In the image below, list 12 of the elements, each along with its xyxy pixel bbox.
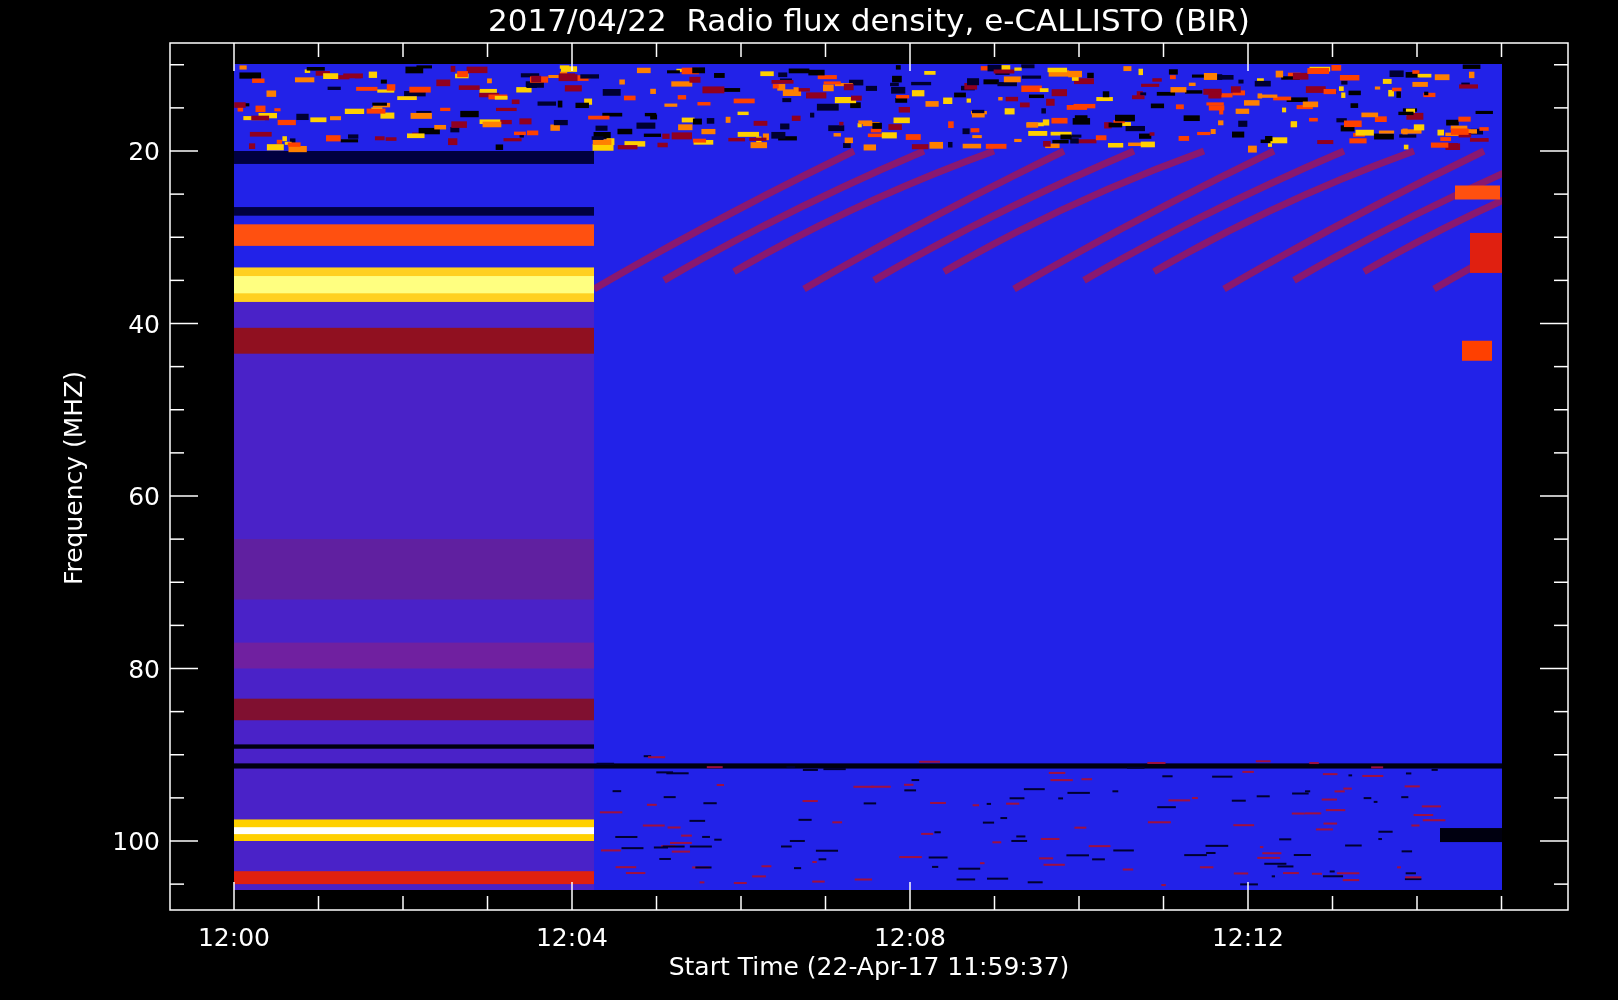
x-tick-label: 12:08	[874, 923, 946, 952]
y-tick-label: 100	[112, 827, 160, 856]
x-tick-label: 12:12	[1212, 923, 1284, 952]
x-tick-label: 12:00	[198, 923, 270, 952]
y-tick-label: 60	[128, 482, 160, 511]
y-tick-label: 20	[128, 137, 160, 166]
x-tick-label: 12:04	[536, 923, 608, 952]
chart-title: 2017/04/22 Radio flux density, e-CALLISTO (BIR)	[488, 2, 1250, 38]
y-tick-label: 80	[128, 654, 160, 684]
x-axis-label: Start Time (22-Apr-17 11:59:37)	[668, 952, 1070, 981]
y-tick-label: 40	[128, 309, 160, 339]
y-axis-label: Frequency (MHZ)	[59, 370, 88, 586]
